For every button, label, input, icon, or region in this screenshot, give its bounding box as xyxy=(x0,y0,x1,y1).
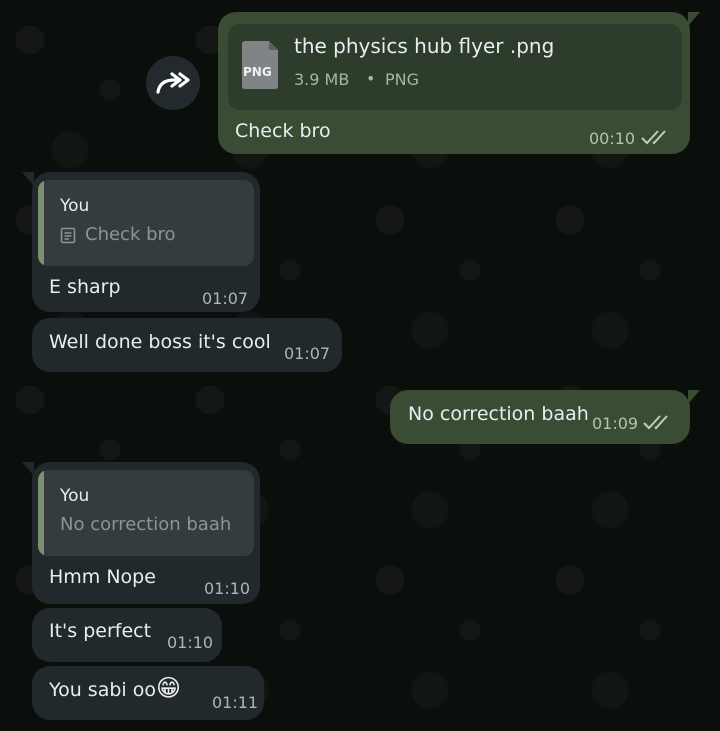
quote-bar xyxy=(38,180,44,266)
message-bubble-outgoing[interactable]: No correction baah 01:09 xyxy=(390,390,700,444)
message-time: 01:10 xyxy=(167,633,214,652)
file-name: the physics hub flyer .png xyxy=(294,34,555,58)
reply-quote[interactable]: You Check bro xyxy=(38,180,254,266)
reply-quote[interactable]: You No correction baah xyxy=(38,470,254,556)
message-bubble-outgoing[interactable]: PNG the physics hub flyer .png 3.9 MB • … xyxy=(218,12,700,154)
message-bubble-incoming[interactable]: It's perfect 01:10 xyxy=(32,608,222,662)
quote-author: You xyxy=(60,486,90,506)
message-text: No correction baah xyxy=(408,403,589,425)
message-text: Check bro xyxy=(235,120,331,142)
quote-text: No correction baah xyxy=(60,514,232,535)
message-bubble-incoming[interactable]: Well done boss it's cool 01:07 xyxy=(32,318,342,372)
message-time: 01:09 xyxy=(592,414,639,433)
message-time: 00:10 xyxy=(589,129,636,148)
message-text: It's perfect xyxy=(49,620,152,642)
message-bubble-incoming[interactable]: You No correction baah Hmm Nope 01:10 xyxy=(22,462,260,604)
file-type-label: PNG xyxy=(243,65,272,79)
file-meta-separator: • xyxy=(366,69,376,88)
message-bubble-incoming[interactable]: You Check bro E sharp 01:07 xyxy=(22,172,260,312)
message-time: 01:10 xyxy=(204,579,251,598)
message-bubble-incoming[interactable]: You sabi oo 😁 01:11 xyxy=(32,666,264,720)
read-receipt-icon xyxy=(641,130,666,145)
file-attachment-card[interactable]: PNG the physics hub flyer .png 3.9 MB • … xyxy=(228,24,682,110)
message-text: Hmm Nope xyxy=(49,566,156,588)
message-time: 01:07 xyxy=(202,289,249,308)
quote-author: You xyxy=(60,196,90,216)
read-receipt-icon xyxy=(643,415,668,430)
document-icon xyxy=(60,227,76,244)
grinning-face-emoji: 😁 xyxy=(156,674,182,702)
forward-icon xyxy=(156,72,190,94)
message-text: Well done boss it's cool xyxy=(49,331,271,353)
file-size: 3.9 MB xyxy=(294,70,350,89)
file-type: PNG xyxy=(385,70,420,89)
quote-text: Check bro xyxy=(85,224,176,245)
message-text: E sharp xyxy=(49,276,121,298)
quote-bar xyxy=(38,470,44,556)
forward-button[interactable] xyxy=(146,56,200,110)
message-time: 01:11 xyxy=(212,693,259,712)
message-time: 01:07 xyxy=(284,344,331,363)
message-text: You sabi oo xyxy=(49,679,156,701)
